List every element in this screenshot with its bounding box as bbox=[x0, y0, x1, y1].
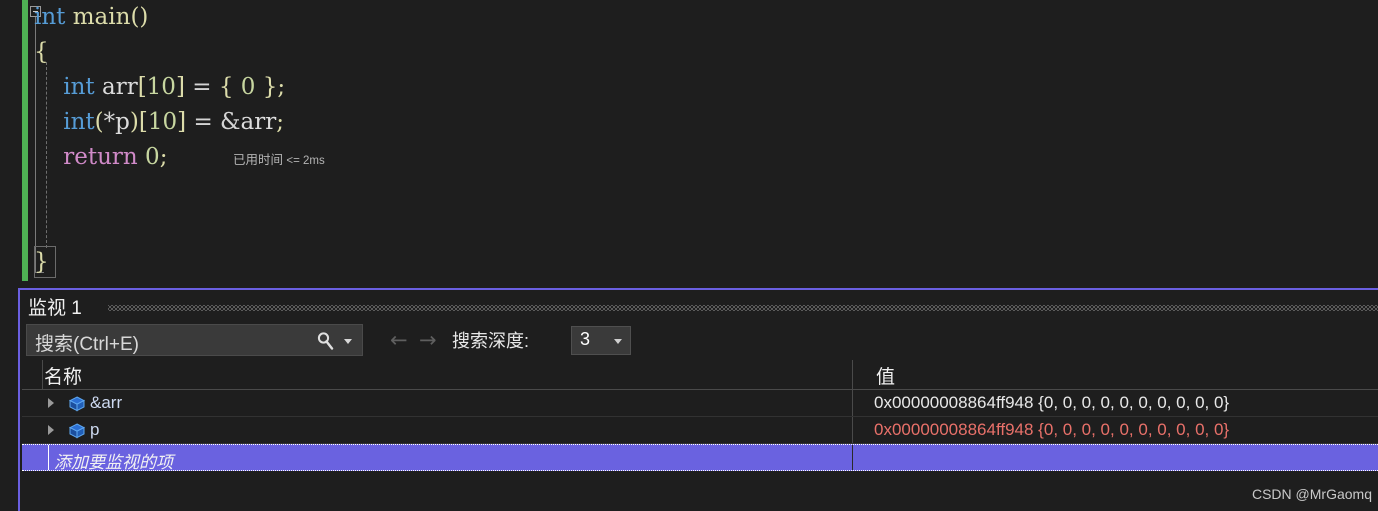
code-token: int bbox=[63, 109, 95, 135]
elapsed-time-annotation: 已用时间 <= 2ms bbox=[233, 149, 325, 168]
search-depth-select[interactable]: 3 bbox=[571, 326, 631, 355]
watch-toolbar: 搜索(Ctrl+E) ← → 搜索深度: 3 bbox=[20, 322, 1378, 360]
search-depth-value: 3 bbox=[580, 329, 591, 349]
search-next-arrow-icon[interactable]: → bbox=[419, 328, 437, 352]
column-header-name[interactable]: 名称 bbox=[44, 362, 82, 389]
expand-triangle-icon[interactable] bbox=[48, 425, 54, 435]
code-token: 0 bbox=[240, 74, 256, 100]
code-token: = bbox=[193, 109, 213, 135]
code-token: 10 bbox=[147, 109, 178, 135]
code-token: [ bbox=[137, 74, 147, 100]
row-column-divider bbox=[852, 390, 853, 416]
cube-icon bbox=[68, 422, 86, 440]
code-token: ; bbox=[277, 74, 286, 100]
grid-header-row: 名称 值 bbox=[22, 360, 1378, 390]
code-token: () bbox=[130, 4, 149, 30]
code-line: int arr[10] = { 0 }; bbox=[34, 70, 1374, 105]
table-row[interactable]: p 0x00000008864ff948 {0, 0, 0, 0, 0, 0, 0… bbox=[22, 417, 1378, 444]
elapsed-time-label: 已用时间 bbox=[233, 153, 284, 167]
elapsed-time-value: <= 2ms bbox=[286, 155, 325, 167]
code-token: arr bbox=[240, 109, 277, 135]
watermark-text: CSDN @MrGaomq bbox=[1251, 486, 1372, 502]
code-token: main bbox=[72, 4, 131, 30]
brace-match-highlight bbox=[34, 246, 56, 278]
change-indicator-bar bbox=[22, 0, 28, 281]
code-token: return bbox=[63, 144, 138, 170]
watch-variable-value: 0x00000008864ff948 {0, 0, 0, 0, 0, 0, 0,… bbox=[874, 420, 1230, 439]
expand-triangle-icon[interactable] bbox=[48, 398, 54, 408]
code-token: } bbox=[262, 74, 278, 100]
add-row-column-divider bbox=[852, 445, 853, 470]
watch-grid: 名称 值 &arr 0x00000008864ff948 {0, 0, 0, 0,… bbox=[22, 360, 1378, 511]
code-token: ) bbox=[129, 109, 139, 135]
code-token: 10 bbox=[146, 74, 176, 100]
search-icon[interactable] bbox=[317, 332, 334, 350]
watch-variable-name: p bbox=[90, 420, 100, 439]
add-watch-row[interactable]: 添加要监视的项 bbox=[22, 444, 1378, 472]
search-options-chevron-down-icon[interactable] bbox=[344, 339, 352, 344]
code-token: 0 bbox=[145, 144, 160, 170]
code-token: & bbox=[220, 109, 241, 135]
visual-studio-debug-window: int main(){ int arr[10] = { 0 }; int(*p)… bbox=[0, 0, 1378, 511]
code-line: int(*p)[10] = &arr; bbox=[34, 105, 1374, 140]
code-token: { bbox=[34, 39, 49, 65]
watch-variable-name: &arr bbox=[90, 393, 123, 412]
row-column-divider bbox=[852, 417, 853, 443]
code-token: int bbox=[34, 4, 66, 30]
code-line: int main() bbox=[34, 0, 1374, 35]
code-token: [ bbox=[138, 109, 148, 135]
code-token: ] bbox=[177, 109, 187, 135]
search-depth-chevron-down-icon[interactable] bbox=[614, 339, 622, 344]
column-header-value[interactable]: 值 bbox=[876, 362, 895, 389]
table-row[interactable]: &arr 0x00000008864ff948 {0, 0, 0, 0, 0, 0… bbox=[22, 390, 1378, 417]
header-left-divider bbox=[42, 360, 43, 389]
column-resize-handle[interactable] bbox=[852, 360, 853, 389]
watch-name-cell[interactable]: p bbox=[22, 417, 852, 443]
watch-name-cell[interactable]: &arr bbox=[22, 390, 852, 416]
code-token: arr bbox=[101, 74, 138, 100]
search-depth-label: 搜索深度: bbox=[452, 331, 530, 351]
code-token: ; bbox=[276, 109, 284, 135]
drag-handle-dots[interactable] bbox=[108, 305, 1378, 311]
code-token: int bbox=[63, 74, 95, 100]
code-token: p bbox=[115, 109, 130, 135]
code-editor[interactable]: int main(){ int arr[10] = { 0 }; int(*p)… bbox=[0, 0, 1378, 284]
watch-panel-titlebar[interactable]: 监视 1 bbox=[20, 290, 1378, 322]
code-token: { bbox=[218, 74, 234, 100]
code-token: ; bbox=[159, 144, 168, 170]
code-token: = bbox=[192, 74, 212, 100]
watch-value-cell[interactable]: 0x00000008864ff948 {0, 0, 0, 0, 0, 0, 0,… bbox=[852, 417, 1378, 443]
code-line: } bbox=[34, 245, 1374, 280]
code-line: { bbox=[34, 35, 1374, 70]
watch-panel-title: 监视 1 bbox=[28, 298, 82, 319]
watch-variable-value: 0x00000008864ff948 {0, 0, 0, 0, 0, 0, 0,… bbox=[874, 393, 1230, 412]
code-text[interactable]: int main(){ int arr[10] = { 0 }; int(*p)… bbox=[34, 0, 1374, 280]
cube-icon bbox=[68, 395, 86, 413]
watch-value-cell[interactable]: 0x00000008864ff948 {0, 0, 0, 0, 0, 0, 0,… bbox=[852, 390, 1378, 416]
watch-panel: 监视 1 搜索(Ctrl+E) ← → 搜索深度: 3 名称 值 &arr 0x… bbox=[18, 288, 1378, 511]
code-token: * bbox=[103, 109, 116, 135]
add-row-edit-caret bbox=[48, 445, 49, 470]
code-token: ] bbox=[175, 74, 185, 100]
search-previous-arrow-icon[interactable]: ← bbox=[390, 328, 408, 352]
add-watch-placeholder: 添加要监视的项 bbox=[54, 453, 173, 472]
search-input-placeholder: 搜索(Ctrl+E) bbox=[35, 334, 139, 355]
code-token: ( bbox=[94, 109, 104, 135]
search-input[interactable]: 搜索(Ctrl+E) bbox=[26, 324, 363, 356]
